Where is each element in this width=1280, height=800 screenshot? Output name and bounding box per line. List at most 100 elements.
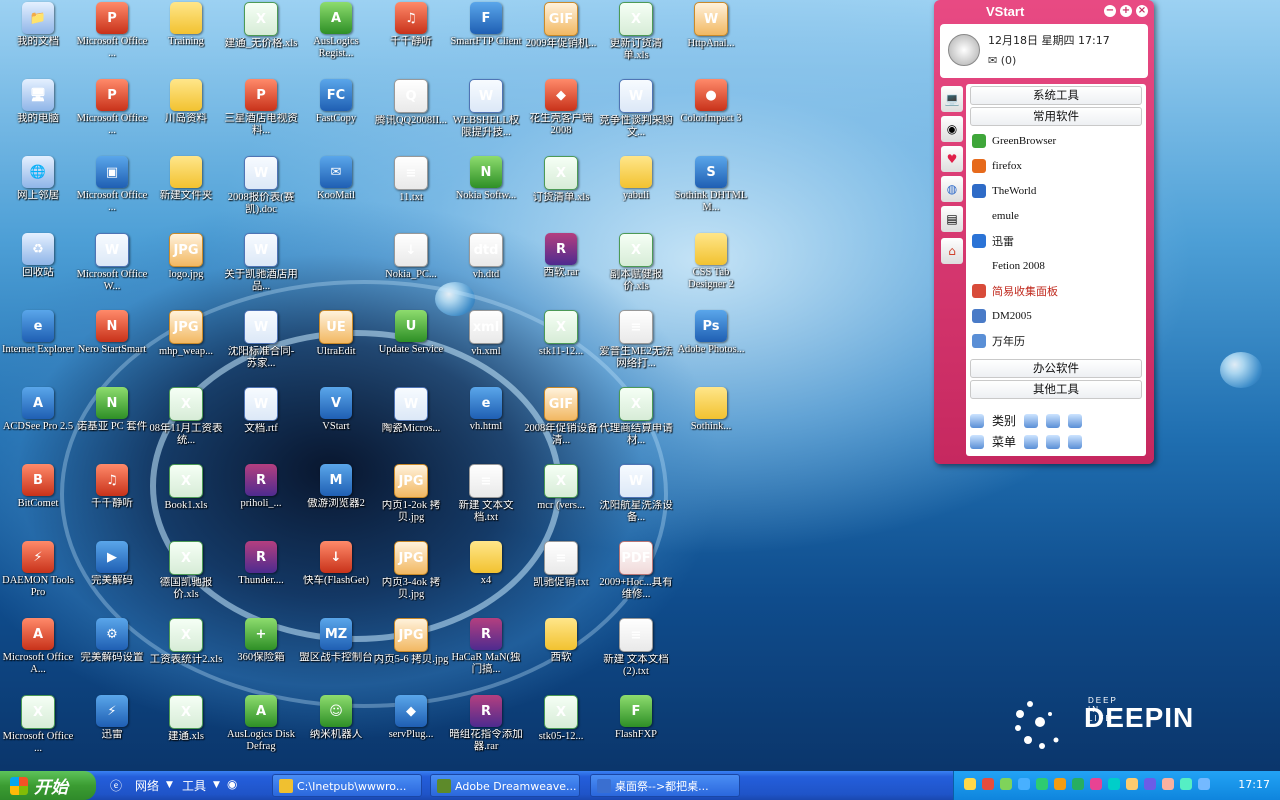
desktop-icon[interactable]: M 傲游浏览器2: [298, 464, 374, 510]
side-tab-camera-icon[interactable]: ◉: [941, 116, 963, 142]
tray-app-icon[interactable]: [982, 778, 994, 790]
ie-quicklaunch-icon[interactable]: ⓔ: [110, 777, 122, 794]
category-system-tools[interactable]: 系统工具: [970, 86, 1142, 105]
desktop-icon[interactable]: ◆ servPlug...: [373, 695, 449, 741]
desktop-icon[interactable]: ⚡ 迅雷: [74, 695, 150, 741]
desktop-icon[interactable]: P Microsoft Office ...: [74, 79, 150, 137]
tray-app-icon[interactable]: [1072, 778, 1084, 790]
desktop-icon[interactable]: R HaCaR MaN(独门搞...: [448, 618, 524, 676]
desktop-icon[interactable]: W 陶瓷Micros...: [373, 387, 449, 435]
vstart-app-item[interactable]: 迅雷: [966, 228, 1146, 253]
settings-gear-icon[interactable]: [948, 34, 980, 66]
vstart-app-item[interactable]: 万年历: [966, 328, 1146, 353]
category-office-software[interactable]: 办公软件: [970, 359, 1142, 378]
desktop-icon[interactable]: Xstk11-12...: [523, 310, 599, 358]
vstart-app-item[interactable]: emule: [966, 203, 1146, 228]
side-tab-globe-icon[interactable]: ◍: [941, 176, 963, 202]
desktop-icon[interactable]: Ps Adobe Photos...: [673, 310, 749, 356]
taskbar-task-button[interactable]: C:\Inetpub\wwwro...: [272, 774, 422, 797]
desktop-icon[interactable]: xml vh.xml: [448, 310, 524, 358]
desktop-icon[interactable]: A Microsoft Office A...: [0, 618, 76, 676]
tray-app-icon[interactable]: [1054, 778, 1066, 790]
desktop-icon[interactable]: Xstk05-12...: [523, 695, 599, 743]
desktop-icon[interactable]: N 诺基亚 PC 套件: [74, 387, 150, 433]
desktop-icon[interactable]: R 暗组花指令添加器.rar: [448, 695, 524, 753]
desktop-icon[interactable]: ↓ 快车(FlashGet): [298, 541, 374, 587]
vstart-app-item[interactable]: TheWorld: [966, 178, 1146, 203]
vstart-app-item[interactable]: Fetion 2008: [966, 253, 1146, 278]
desktop-icon[interactable]: +360保险箱: [223, 618, 299, 664]
desktop-icon[interactable]: Training: [148, 2, 224, 48]
close-button[interactable]: ×: [1136, 5, 1148, 17]
desktop-icon[interactable]: X 建通.xls: [148, 695, 224, 743]
desktop-icon[interactable]: x4: [448, 541, 524, 587]
desktop-icon[interactable]: GIF 2008年促销设备清...: [523, 387, 599, 447]
desktop-icon[interactable]: GIF 2009年促销机...: [523, 2, 599, 50]
side-tab-folder-icon[interactable]: ▤: [941, 206, 963, 232]
desktop-icon[interactable]: W WEBSHELL权限提升技...: [448, 79, 524, 139]
desktop-icon[interactable]: JPG mhp_weap...: [148, 310, 224, 358]
desktop-icon[interactable]: X Microsoft Office ...: [0, 695, 76, 755]
desktop-icon[interactable]: Sothink...: [673, 387, 749, 433]
desktop-icon[interactable]: ♫ 千千静听: [373, 2, 449, 48]
desktop-icon[interactable]: P Microsoft Office ...: [74, 2, 150, 60]
desktop-icon[interactable]: V VStart: [298, 387, 374, 433]
desktop-icon[interactable]: W 沈阳标准合同-苏家...: [223, 310, 299, 370]
desktop-icon[interactable]: yabuli: [598, 156, 674, 202]
menu-label[interactable]: 菜单: [992, 433, 1016, 450]
desktop-icon[interactable]: X 更新订货清单.xls: [598, 2, 674, 62]
desktop-icon[interactable]: X 代理商结算申请材...: [598, 387, 674, 447]
tray-app-icon[interactable]: [1126, 778, 1138, 790]
desktop-icon[interactable]: N Nokia Softw...: [448, 156, 524, 202]
desktop-icon[interactable]: ▣ Microsoft Office ...: [74, 156, 150, 214]
desktop-icon[interactable]: JPG 内页3-4ok 拷贝.jpg: [373, 541, 449, 601]
refresh-icon[interactable]: [1046, 413, 1061, 428]
tray-app-icon[interactable]: [1144, 778, 1156, 790]
desktop-icon[interactable]: ≡ 新建 文本文档.txt: [448, 464, 524, 524]
new-icon[interactable]: [1068, 413, 1083, 428]
desktop-icon[interactable]: P 三星酒店电视资料...: [223, 79, 299, 137]
desktop-icon[interactable]: ◆ 花生壳客户端 2008: [523, 79, 599, 137]
desktop-icon[interactable]: X 副本赋健报价.xls: [598, 233, 674, 293]
desktop-icon[interactable]: R Thunder....: [223, 541, 299, 587]
desktop-icon[interactable]: A AusLogics Disk Defrag: [223, 695, 299, 753]
desktop-icon[interactable]: ⚡ DAEMON Tools Pro: [0, 541, 76, 599]
desktop-icon[interactable]: W 2008报价表(赛凯).doc: [223, 156, 299, 216]
quick-tools-menu[interactable]: 工具: [182, 777, 206, 794]
tray-clock[interactable]: 17:17: [1238, 778, 1270, 791]
tray-app-icon[interactable]: [1162, 778, 1174, 790]
desktop-icon[interactable]: ≡ 新建 文本文档 (2).txt: [598, 618, 674, 678]
desktop-icon[interactable]: ⚙ 完美解码设置: [74, 618, 150, 664]
desktop-icon[interactable]: 西软: [523, 618, 599, 664]
category-label[interactable]: 类别: [992, 412, 1016, 429]
desktop-icon[interactable]: ♻ 回收站: [0, 233, 76, 279]
monitor-icon[interactable]: [1068, 434, 1083, 449]
category-icon[interactable]: [970, 413, 984, 428]
desktop-icon[interactable]: W 沈阳航星洗涤设备...: [598, 464, 674, 524]
desktop-icon[interactable]: Xmcr (vers...: [523, 464, 599, 512]
desktop-icon[interactable]: F FlashFXP: [598, 695, 674, 741]
desktop-icon[interactable]: W 文档.rtf: [223, 387, 299, 435]
menu-icon[interactable]: [970, 434, 984, 449]
desktop-icon[interactable]: ▶ 完美解码: [74, 541, 150, 587]
minimize-button[interactable]: −: [1104, 5, 1116, 17]
desktop-icon[interactable]: N Nero StartSmart: [74, 310, 150, 356]
desktop-icon[interactable]: 川岛资料: [148, 79, 224, 125]
tray-app-icon[interactable]: [1018, 778, 1030, 790]
desktop-icon[interactable]: W 关于凯驰酒店用品...: [223, 233, 299, 293]
desktop-icon[interactable]: Rpriholi_...: [223, 464, 299, 510]
desktop-icon[interactable]: ≡ 凯驰促销.txt: [523, 541, 599, 589]
tray-app-icon[interactable]: [964, 778, 976, 790]
network-dropdown-icon[interactable]: ▼: [166, 780, 173, 790]
quick-network-menu[interactable]: 网络: [135, 777, 159, 794]
desktop-icon[interactable]: MZ 盟区战卡控制台: [298, 618, 374, 664]
taskbar-task-button[interactable]: Adobe Dreamweave...: [430, 774, 580, 797]
vstart-app-item[interactable]: firefox: [966, 153, 1146, 178]
tray-app-icon[interactable]: [1090, 778, 1102, 790]
vstart-app-item[interactable]: DM2005: [966, 303, 1146, 328]
side-tab-computer-icon[interactable]: 💻: [941, 86, 963, 112]
desktop-icon[interactable]: X 建通_无价格.xls: [223, 2, 299, 50]
taskbar-task-button[interactable]: 桌面祭-->都把桌...: [590, 774, 740, 797]
category-common-software[interactable]: 常用软件: [970, 107, 1142, 126]
desktop-icon[interactable]: W HttpAnal...: [673, 2, 749, 50]
